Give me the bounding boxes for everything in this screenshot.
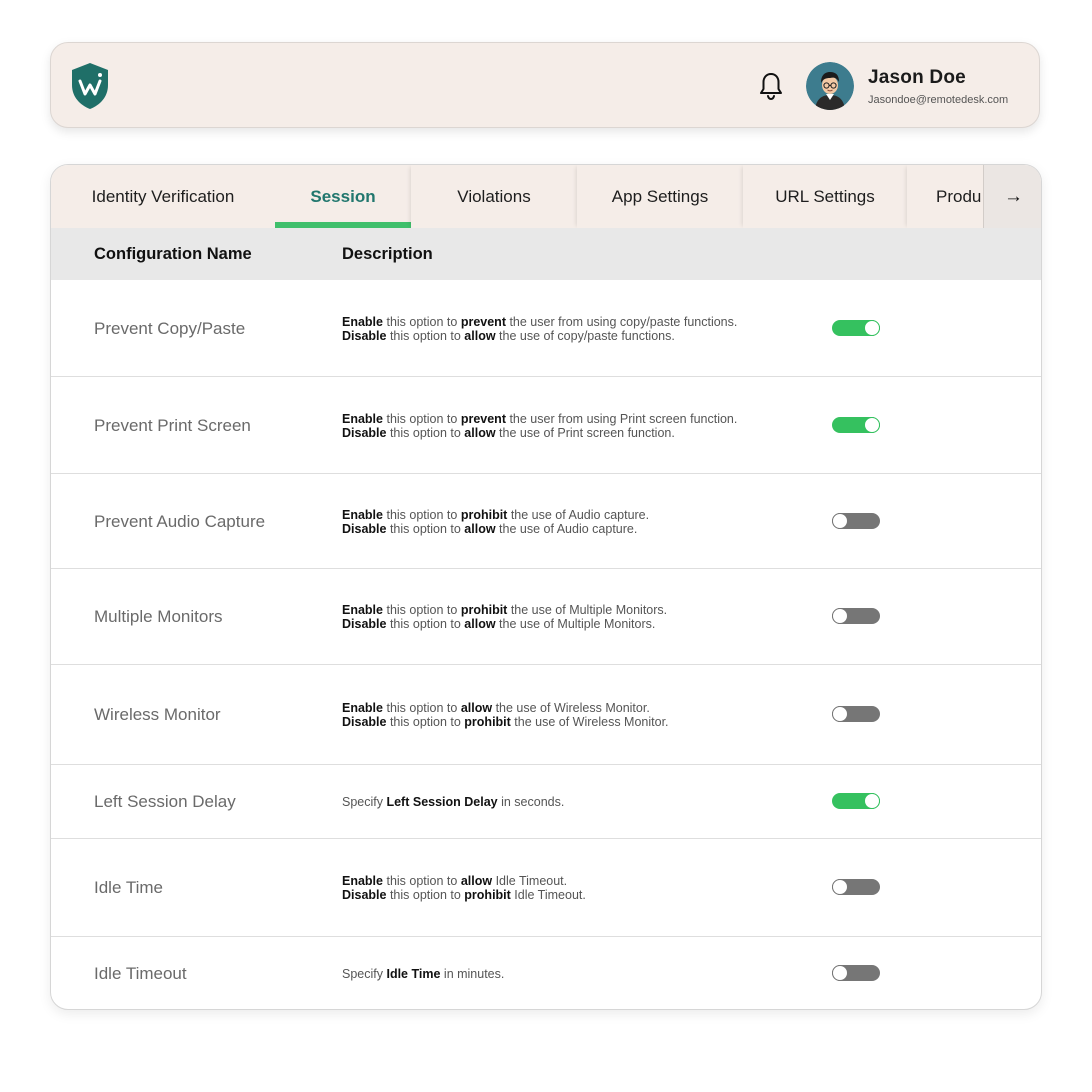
config-name: Idle Time <box>94 878 163 897</box>
tab-label: Identity Verification <box>91 187 235 206</box>
table-row: Prevent Audio Capture Enable this option… <box>51 474 1041 569</box>
config-description: Specify Left Session Delay in seconds. <box>342 795 564 809</box>
config-description: Enable this option to prevent the user f… <box>342 315 737 343</box>
table-header: Configuration Name Description <box>51 228 1041 280</box>
toggle-knob <box>832 706 848 722</box>
description-line: Specify Idle Time in minutes. <box>342 967 505 981</box>
toggle-knob <box>832 608 848 624</box>
toggle-idle-timeout[interactable] <box>832 965 880 981</box>
description-line: Enable this option to prohibit the use o… <box>342 603 668 617</box>
top-header: Jason Doe Jasondoe@remotedesk.com <box>50 42 1040 128</box>
tab-scroll-right-button[interactable]: → <box>983 165 1041 228</box>
tab-bar: Identity Verification Session Violations… <box>51 165 1041 228</box>
config-name: Wireless Monitor <box>94 705 221 724</box>
toggle-idle-time[interactable] <box>832 879 880 895</box>
user-name: Jason Doe <box>868 67 966 88</box>
description-line: Enable this option to allow Idle Timeout… <box>342 874 568 888</box>
description-line: Disable this option to allow the use of … <box>342 617 656 631</box>
bell-icon[interactable] <box>758 71 784 101</box>
description-line: Disable this option to allow the use of … <box>342 329 675 343</box>
settings-card: Identity Verification Session Violations… <box>50 164 1042 1010</box>
tab-label: Session <box>310 187 376 206</box>
config-description: Enable this option to prohibit the use o… <box>342 508 649 536</box>
toggle-knob <box>864 320 880 336</box>
column-header-name: Configuration Name <box>94 245 252 263</box>
toggle-prevent-print-screen[interactable] <box>832 417 880 433</box>
config-name: Prevent Audio Capture <box>94 512 266 531</box>
toggle-knob <box>864 793 880 809</box>
user-avatar[interactable] <box>806 62 854 110</box>
tab-identity-verification[interactable]: Identity Verification <box>51 165 275 228</box>
toggle-knob <box>832 513 848 529</box>
tab-productivity[interactable]: Produ <box>907 165 983 228</box>
config-name: Prevent Print Screen <box>94 416 251 435</box>
config-description: Enable this option to allow the use of W… <box>342 701 669 729</box>
user-email: Jasondoe@remotedesk.com <box>868 94 1009 106</box>
tab-violations[interactable]: Violations <box>411 165 577 228</box>
tab-label: URL Settings <box>775 187 875 206</box>
tab-label: Produ <box>936 187 982 206</box>
description-line: Enable this option to prevent the user f… <box>342 315 738 329</box>
toggle-prevent-audio-capture[interactable] <box>832 513 880 529</box>
toggle-knob <box>832 965 848 981</box>
description-line: Enable this option to allow the use of W… <box>342 701 650 715</box>
tab-label: App Settings <box>611 187 709 206</box>
toggle-knob <box>832 879 848 895</box>
description-line: Specify Left Session Delay in seconds. <box>342 795 565 809</box>
config-description: Enable this option to allow Idle Timeout… <box>342 874 586 902</box>
description-line: Disable this option to prohibit the use … <box>342 715 669 729</box>
toggle-wireless-monitor[interactable] <box>832 706 880 722</box>
arrow-right-icon: → <box>1004 186 1023 207</box>
tab-url-settings[interactable]: URL Settings <box>743 165 907 228</box>
config-description: Enable this option to prevent the user f… <box>342 412 737 440</box>
tab-session[interactable]: Session <box>275 165 411 228</box>
tab-app-settings[interactable]: App Settings <box>577 165 743 228</box>
table-row: Prevent Print Screen Enable this option … <box>51 377 1041 474</box>
shield-logo-icon[interactable] <box>69 61 111 111</box>
table-row: Multiple Monitors Enable this option to … <box>51 569 1041 665</box>
column-header-description: Description <box>342 245 433 263</box>
tab-label: Violations <box>457 187 531 206</box>
config-description: Specify Idle Time in minutes. <box>342 967 504 981</box>
config-name: Multiple Monitors <box>94 607 223 626</box>
toggle-prevent-copy-paste[interactable] <box>832 320 880 336</box>
description-line: Disable this option to allow the use of … <box>342 522 638 536</box>
description-line: Enable this option to prevent the user f… <box>342 412 738 426</box>
toggle-left-session-delay[interactable] <box>832 793 880 809</box>
description-line: Enable this option to prohibit the use o… <box>342 508 650 522</box>
description-line: Disable this option to prohibit Idle Tim… <box>342 888 586 902</box>
avatar-illustration-icon <box>806 62 854 110</box>
toggle-knob <box>864 417 880 433</box>
table-row: Wireless Monitor Enable this option to a… <box>51 665 1041 765</box>
config-name: Idle Timeout <box>94 964 187 983</box>
toggle-multiple-monitors[interactable] <box>832 608 880 624</box>
config-description: Enable this option to prohibit the use o… <box>342 603 667 631</box>
table-row: Idle Time Enable this option to allow Id… <box>51 839 1041 937</box>
description-line: Disable this option to allow the use of … <box>342 426 675 440</box>
table-row: Left Session Delay Specify Left Session … <box>51 765 1041 839</box>
table-row: Prevent Copy/Paste Enable this option to… <box>51 280 1041 377</box>
config-name: Left Session Delay <box>94 792 236 811</box>
table-row: Idle Timeout Specify Idle Time in minute… <box>51 937 1041 1009</box>
config-name: Prevent Copy/Paste <box>94 319 246 338</box>
